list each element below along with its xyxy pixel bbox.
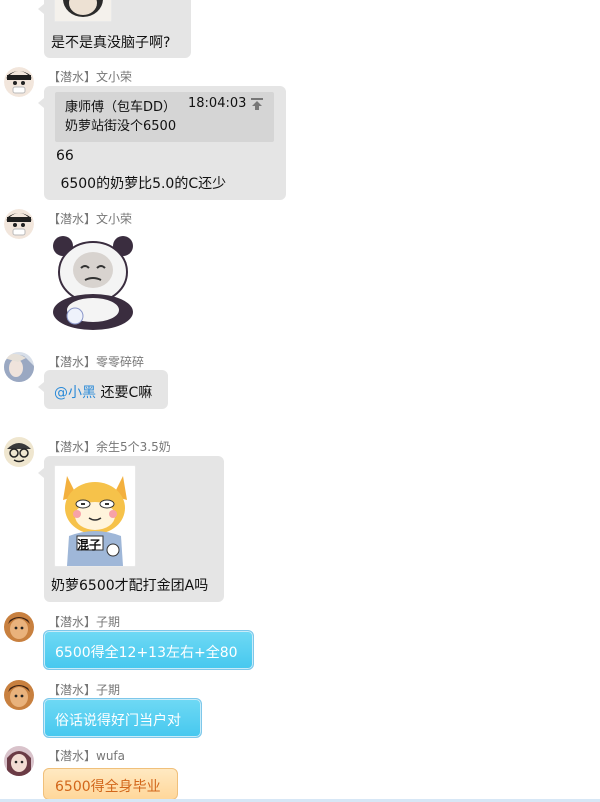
avatar[interactable] [4, 612, 34, 642]
avatar[interactable] [4, 680, 34, 710]
quote-text: 奶萝站街没个6500 [65, 119, 177, 134]
message-bubble[interactable]: 俗话说得好门当户对 [43, 698, 202, 738]
cartoon-face-avatar-icon [4, 437, 34, 467]
message-text: 是不是真没脑子啊? [51, 35, 171, 51]
anime-avatar-icon [4, 67, 34, 97]
girl-avatar-icon [4, 746, 34, 776]
avatar[interactable] [4, 437, 34, 467]
character-avatar-icon [4, 352, 34, 382]
sticker-image[interactable] [43, 232, 143, 330]
message-text: 66 [56, 148, 74, 164]
sender-name: 【潜水】子期 [48, 683, 121, 697]
message-bubble[interactable]: 6500得全身毕业 [43, 768, 178, 800]
message-text: 6500得全12+13左右+全80 [55, 645, 238, 661]
message-text: 6500得全身毕业 [55, 779, 161, 795]
sticker-label: 混子 [77, 538, 102, 552]
message-bubble[interactable]: 6500得全12+13左右+全80 [43, 630, 254, 670]
message-text: 6500的奶萝比5.0的C还少 [56, 176, 227, 192]
sender-name: 【潜水】文小荣 [48, 212, 133, 226]
jump-to-message-icon[interactable] [250, 96, 264, 115]
avatar[interactable] [4, 352, 34, 382]
message-text: 奶萝6500才配打金团A吗 [51, 578, 209, 594]
anime-avatar-icon [4, 209, 34, 239]
mention-link[interactable]: @小黑 [54, 385, 96, 401]
quote-time: 18:04:03 [188, 96, 247, 111]
sender-name: 【潜水】余生5个3.5奶 [48, 440, 171, 454]
meme-face-icon [55, 0, 111, 21]
person-avatar-icon [4, 612, 34, 642]
avatar[interactable] [4, 209, 34, 239]
sender-name: 【潜水】wufa [48, 749, 125, 763]
person-avatar-icon [4, 680, 34, 710]
message-text: @小黑 还要C嘛 [54, 382, 152, 402]
quote-author: 康师傅（包车DD） [65, 100, 177, 115]
message-text-body: 还要C嘛 [96, 385, 153, 401]
sender-name: 【潜水】零零碎碎 [48, 355, 145, 369]
avatar[interactable] [4, 746, 34, 776]
panda-meme-icon [43, 232, 143, 330]
sender-name: 【潜水】子期 [48, 615, 121, 629]
sender-name: 【潜水】文小荣 [48, 70, 133, 84]
sticker-image[interactable] [54, 0, 112, 22]
message-text: 俗话说得好门当户对 [55, 713, 181, 729]
avatar[interactable] [4, 67, 34, 97]
